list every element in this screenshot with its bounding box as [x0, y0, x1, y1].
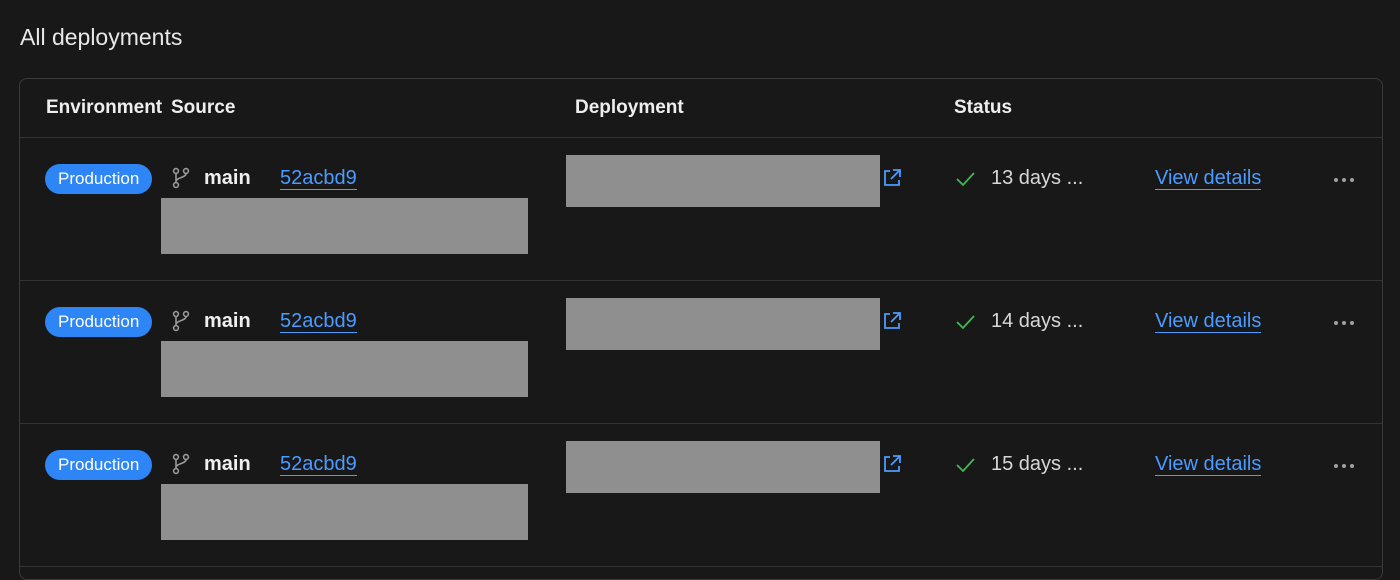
- status-text: 14 days ...: [991, 310, 1084, 332]
- commit-link[interactable]: 52acbd9: [280, 453, 357, 476]
- environment-badge: Production: [45, 307, 153, 337]
- page-title: All deployments: [20, 24, 183, 50]
- table-row[interactable]: Production main 52acbd9 15 days ... View…: [20, 424, 1382, 567]
- view-details-link[interactable]: View details: [1155, 310, 1262, 333]
- more-icon[interactable]: [1326, 168, 1362, 192]
- git-branch-icon: [172, 167, 190, 189]
- external-link-icon[interactable]: [880, 452, 904, 476]
- header-status[interactable]: Status: [954, 97, 1012, 119]
- branch-name: main: [204, 167, 251, 189]
- table-row[interactable]: Production main 52acbd9 14 days ... View…: [20, 281, 1382, 424]
- table-header: Environment Source Deployment Status: [20, 79, 1382, 138]
- status-text: 15 days ...: [991, 453, 1084, 475]
- git-branch-icon: [172, 310, 190, 332]
- table-row[interactable]: Production main 52acbd9 13 days ... View…: [20, 138, 1382, 281]
- redacted-commit-message: [161, 341, 528, 397]
- more-icon[interactable]: [1326, 454, 1362, 478]
- check-icon: [956, 458, 975, 473]
- commit-link[interactable]: 52acbd9: [280, 310, 357, 333]
- redacted-commit-message: [161, 198, 528, 254]
- view-details-link[interactable]: View details: [1155, 167, 1262, 190]
- view-details-link[interactable]: View details: [1155, 453, 1262, 476]
- header-deployment[interactable]: Deployment: [575, 97, 684, 119]
- external-link-icon[interactable]: [880, 309, 904, 333]
- redacted-commit-message: [161, 484, 528, 540]
- branch-name: main: [204, 310, 251, 332]
- header-source[interactable]: Source: [171, 97, 235, 119]
- git-branch-icon: [172, 453, 190, 475]
- status-text: 13 days ...: [991, 167, 1084, 189]
- check-icon: [956, 172, 975, 187]
- deployments-table: Environment Source Deployment Status Pro…: [19, 78, 1383, 580]
- redacted-deployment-url: [566, 441, 880, 493]
- commit-link[interactable]: 52acbd9: [280, 167, 357, 190]
- branch-name: main: [204, 453, 251, 475]
- more-icon[interactable]: [1326, 311, 1362, 335]
- check-icon: [956, 315, 975, 330]
- redacted-deployment-url: [566, 155, 880, 207]
- redacted-deployment-url: [566, 298, 880, 350]
- header-environment[interactable]: Environment: [46, 97, 162, 119]
- external-link-icon[interactable]: [880, 166, 904, 190]
- environment-badge: Production: [45, 450, 153, 480]
- environment-badge: Production: [45, 164, 153, 194]
